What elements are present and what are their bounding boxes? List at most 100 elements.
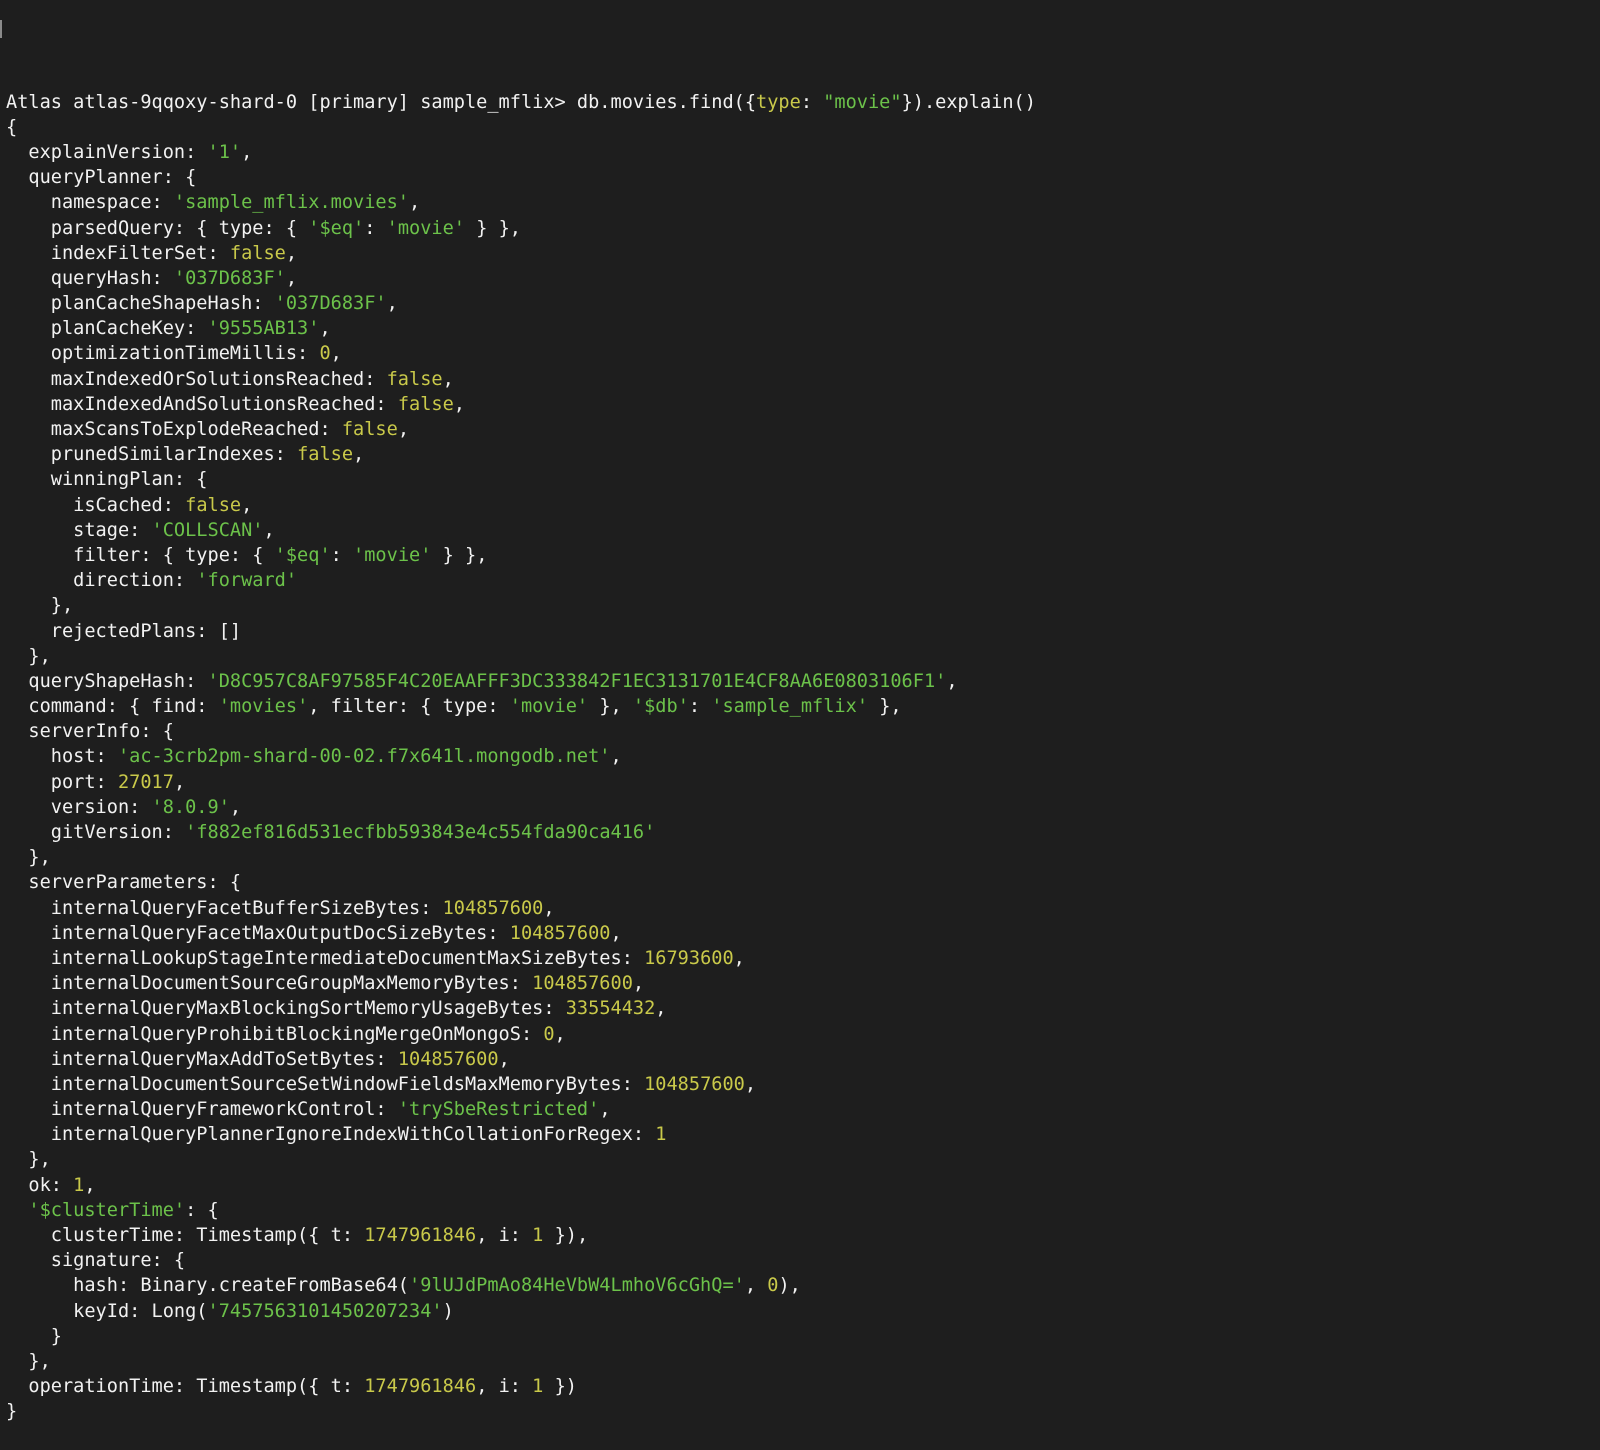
value-literal: 1747961846 — [364, 1225, 477, 1247]
terminal-text: prunedSimilarIndexes: — [6, 444, 298, 466]
output-line: maxIndexedAndSolutionsReached: false, — [6, 392, 1600, 417]
value-literal: false — [386, 368, 443, 390]
output-line: serverParameters: { — [6, 870, 1600, 895]
terminal-text: , — [263, 519, 275, 541]
output-line: keyId: Long('7457563101450207234') — [6, 1299, 1600, 1324]
value-literal: 104857600 — [644, 1073, 745, 1095]
value-literal: false — [185, 494, 242, 516]
terminal-text: , — [330, 343, 342, 365]
terminal-text: internalLookupStageIntermediateDocumentM… — [6, 947, 645, 969]
string-literal: "movie" — [823, 91, 902, 113]
string-literal: 'movie' — [509, 696, 589, 718]
string-literal: '1' — [207, 141, 242, 163]
terminal-text: }).explain() — [901, 91, 1036, 113]
output-line: clusterTime: Timestamp({ t: 1747961846, … — [6, 1223, 1600, 1248]
output-line: planCacheShapeHash: '037D683F', — [6, 291, 1600, 316]
value-literal: false — [341, 419, 398, 441]
string-literal: 'COLLSCAN' — [151, 519, 264, 541]
terminal-text: internalQueryMaxBlockingSortMemoryUsageB… — [6, 998, 566, 1020]
output-line: queryHash: '037D683F', — [6, 266, 1600, 291]
terminal-text: }, — [6, 595, 74, 617]
terminal-text: , — [285, 267, 298, 289]
value-literal: 1 — [655, 1124, 667, 1146]
output-line: planCacheKey: '9555AB13', — [6, 316, 1600, 341]
terminal-text: , — [353, 444, 365, 466]
output-line: internalDocumentSourceGroupMaxMemoryByte… — [6, 971, 1600, 996]
output-line: explainVersion: '1', — [6, 140, 1600, 165]
output-line: internalQueryFacetMaxOutputDocSizeBytes:… — [6, 921, 1600, 946]
output-line: version: '8.0.9', — [6, 795, 1600, 820]
string-literal: '$eq' — [308, 217, 365, 239]
terminal-text: } — [6, 1325, 62, 1347]
terminal-window[interactable]: Atlas atlas-9qqoxy-shard-0 [primary] sam… — [0, 0, 1600, 1422]
terminal-text: , — [744, 1073, 757, 1095]
terminal-text: internalDocumentSourceGroupMaxMemoryByte… — [6, 973, 533, 995]
string-literal: '$eq' — [274, 544, 331, 566]
terminal-text: stage: — [6, 519, 152, 541]
string-literal: 'sample_mflix.movies' — [173, 192, 410, 214]
terminal-text: ) — [442, 1300, 454, 1322]
output-line: command: { find: 'movies', filter: { typ… — [6, 694, 1600, 719]
terminal-text: clusterTime: Timestamp({ t: — [6, 1225, 365, 1247]
terminal-text: internalQueryFacetBufferSizeBytes: — [6, 897, 443, 919]
value-literal: 1747961846 — [364, 1376, 477, 1398]
string-literal: 'trySbeRestricted' — [397, 1099, 600, 1121]
terminal-text: direction: — [6, 570, 197, 592]
value-literal: 0 — [767, 1275, 779, 1297]
string-literal: '$clusterTime' — [28, 1199, 186, 1221]
output-line: { — [6, 115, 1600, 140]
terminal-text: , — [241, 141, 253, 163]
string-literal: 'movie' — [386, 217, 465, 239]
terminal-text: internalQueryProhibitBlockingMergeOnMong… — [6, 1023, 544, 1045]
output-line: operationTime: Timestamp({ t: 1747961846… — [6, 1374, 1600, 1399]
terminal-text: rejectedPlans: [] — [6, 620, 242, 642]
terminal-text: , — [319, 318, 331, 340]
output-line: }, — [6, 845, 1600, 870]
string-literal: '7457563101450207234' — [207, 1300, 443, 1322]
output-line: internalQueryPlannerIgnoreIndexWithColla… — [6, 1122, 1600, 1147]
terminal-text: host: — [6, 746, 118, 768]
terminal-text: hash: Binary.createFromBase64( — [6, 1275, 409, 1297]
string-literal: 'movies' — [218, 696, 309, 718]
terminal-text: } — [6, 1401, 18, 1423]
output-line: internalQueryMaxBlockingSortMemoryUsageB… — [6, 996, 1600, 1021]
string-literal: 'f882ef816d531ecfbb593843e4c554fda90ca41… — [185, 822, 656, 844]
value-literal: 1 — [73, 1174, 85, 1196]
terminal-text: }, — [588, 696, 633, 718]
output-line: winningPlan: { — [6, 467, 1600, 492]
output-line: ok: 1, — [6, 1173, 1600, 1198]
output-line: '$clusterTime': { — [6, 1198, 1600, 1223]
terminal-text: winningPlan: { — [6, 469, 208, 491]
terminal-text: version: — [6, 796, 152, 818]
output-line: parsedQuery: { type: { '$eq': 'movie' } … — [6, 216, 1600, 241]
value-literal: 1 — [532, 1376, 544, 1398]
terminal-text: , — [498, 1048, 510, 1070]
terminal-text: serverParameters: { — [6, 872, 242, 894]
string-literal: '$db' — [632, 696, 689, 718]
terminal-text: signature: { — [6, 1250, 186, 1272]
terminal-text: }, — [6, 1149, 51, 1171]
string-literal: 'ac-3crb2pm-shard-00-02.f7x641l.mongodb.… — [117, 746, 611, 768]
terminal-text: gitVersion: — [6, 822, 186, 844]
terminal-text: , — [744, 1275, 768, 1297]
terminal-text: : — [330, 544, 354, 566]
terminal-text: namespace: — [6, 192, 174, 214]
shell-command-line: Atlas atlas-9qqoxy-shard-0 [primary] sam… — [6, 90, 1600, 115]
terminal-text: , filter: { type: — [308, 696, 510, 718]
terminal-text: { — [6, 116, 18, 138]
terminal-text: command: { find: — [6, 696, 219, 718]
terminal-text: internalDocumentSourceSetWindowFieldsMax… — [6, 1073, 645, 1095]
output-line: isCached: false, — [6, 493, 1600, 518]
value-literal: 16793600 — [644, 947, 734, 969]
string-literal: '9555AB13' — [207, 318, 320, 340]
output-line: filter: { type: { '$eq': 'movie' } }, — [6, 543, 1600, 568]
terminal-text: , — [386, 293, 398, 315]
value-literal: 0 — [543, 1023, 555, 1045]
terminal-output: Atlas atlas-9qqoxy-shard-0 [primary] sam… — [6, 90, 1600, 1425]
terminal-text: }, — [868, 696, 902, 718]
output-line: namespace: 'sample_mflix.movies', — [6, 190, 1600, 215]
output-line: stage: 'COLLSCAN', — [6, 518, 1600, 543]
terminal-text: Atlas atlas-9qqoxy-shard-0 [primary] sam… — [6, 91, 757, 113]
value-literal: 27017 — [117, 771, 174, 793]
terminal-text: , — [733, 947, 745, 969]
